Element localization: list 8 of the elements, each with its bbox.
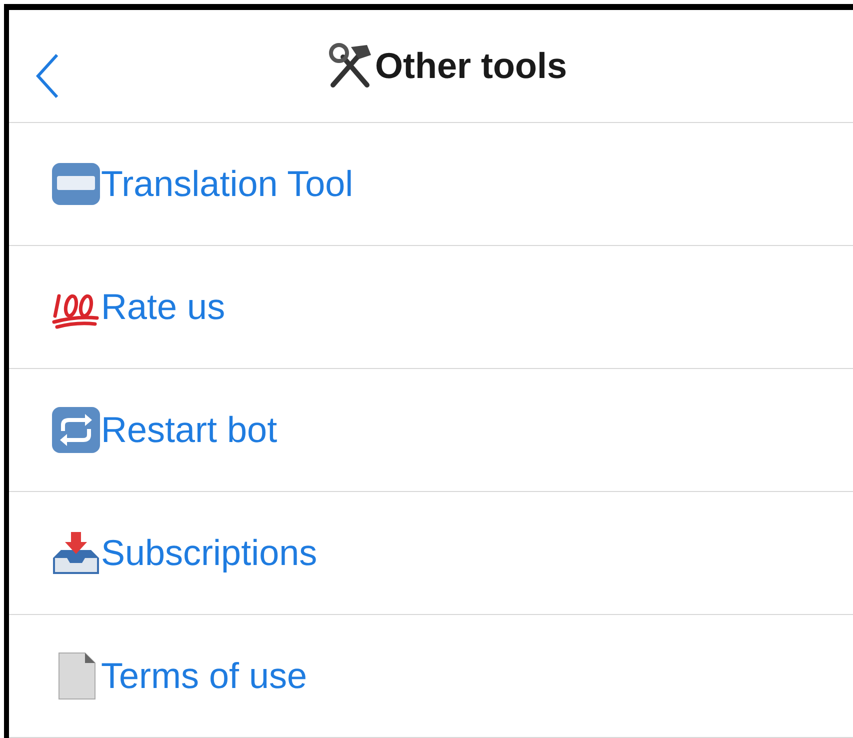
menu-link[interactable]: Subscriptions — [101, 532, 318, 574]
menu-link[interactable]: Terms of use — [101, 655, 308, 697]
back-button[interactable] — [33, 52, 61, 100]
menu-link[interactable]: Restart bot — [101, 409, 278, 451]
repeat-arrows-icon — [51, 405, 101, 455]
menu-link[interactable]: Rate us — [101, 286, 226, 328]
screen-title: Other tools — [374, 45, 567, 87]
menu-link[interactable]: Translation Tool — [101, 163, 354, 205]
